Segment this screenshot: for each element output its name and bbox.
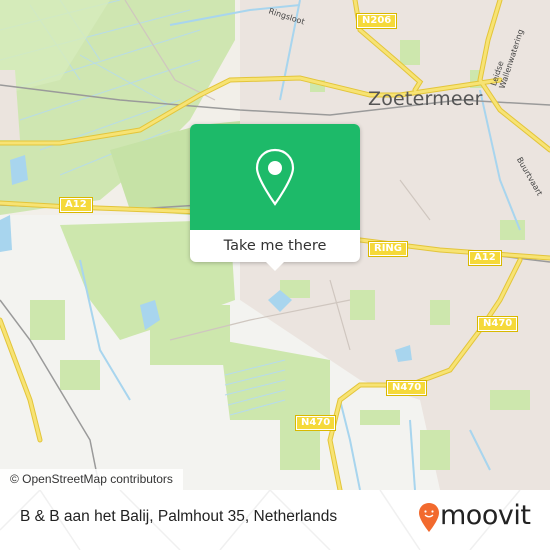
road-shield-a12-west: A12 [59,197,93,213]
moovit-pin-icon [419,503,439,532]
map-view[interactable]: Zoetermeer Ringsloot Leidse Wallenwateri… [0,0,550,490]
city-label: Zoetermeer [368,88,483,110]
road-shield-n470-east: N470 [476,316,519,332]
footer-bar: B & B aan het Balij, Palmhout 35, Nether… [0,490,550,550]
moovit-wordmark: moovit [440,500,531,531]
place-address: B & B aan het Balij, Palmhout 35, Nether… [20,508,338,525]
location-popup[interactable]: Take me there [190,124,360,271]
popup-pointer [266,262,284,271]
road-shield-a12-east: A12 [468,250,502,266]
road-shield-n470-south: N470 [294,415,337,431]
road-shield-ring: RING [368,241,408,257]
road-shield-n470-mid: N470 [385,380,428,396]
map-attribution[interactable]: © OpenStreetMap contributors [0,469,183,490]
take-me-there-button[interactable]: Take me there [190,230,360,262]
popup-header [190,124,360,230]
map-pin-icon [255,148,295,206]
road-shield-n206: N206 [355,13,398,29]
